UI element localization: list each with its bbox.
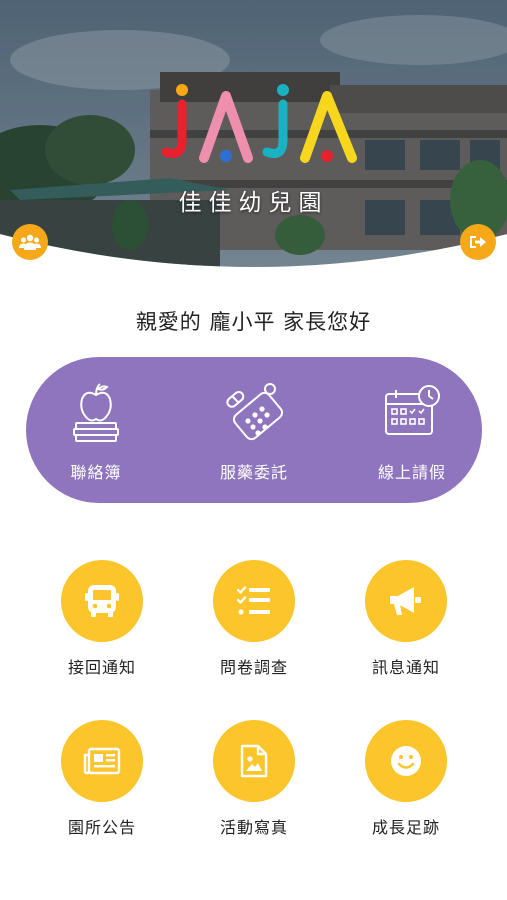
featured-panel: 聯絡簿 服藥委託 線上請假	[26, 357, 482, 503]
pickup-notice-label: 接回通知	[67, 658, 136, 677]
announcement-label: 園所公告	[67, 818, 136, 837]
leave-request-button[interactable]: 線上請假	[352, 377, 472, 483]
message-notice-label: 訊息通知	[371, 658, 440, 677]
checklist-icon	[237, 586, 270, 615]
calendar-clock-icon	[385, 385, 440, 435]
apple-books-icon	[73, 383, 119, 442]
greeting-text: 親愛的 龐小平 家長您好	[135, 310, 372, 334]
smile-icon	[391, 746, 421, 776]
growth-record-button[interactable]: 成長足跡	[346, 720, 466, 838]
contact-book-label: 聯絡簿	[70, 463, 122, 482]
activity-photos-button[interactable]: 活動寫真	[194, 720, 314, 838]
pills-icon	[226, 383, 284, 441]
group-button[interactable]	[12, 224, 48, 260]
pickup-notice-button[interactable]: 接回通知	[42, 560, 162, 678]
photo-file-icon	[240, 744, 268, 778]
contact-book-button[interactable]: 聯絡簿	[36, 377, 156, 483]
survey-label: 問卷調查	[219, 658, 288, 677]
newspaper-icon	[83, 747, 121, 775]
announcement-button[interactable]: 園所公告	[42, 720, 162, 838]
activity-photos-label: 活動寫真	[219, 818, 288, 837]
medication-button[interactable]: 服藥委託	[194, 377, 314, 483]
growth-record-label: 成長足跡	[371, 818, 440, 837]
school-photo	[0, 0, 507, 267]
header-banner: 佳佳幼兒園	[0, 0, 507, 300]
logout-button[interactable]	[460, 224, 496, 260]
leave-request-label: 線上請假	[377, 463, 446, 482]
bus-icon	[85, 585, 119, 617]
message-notice-button[interactable]: 訊息通知	[346, 560, 466, 678]
logout-icon	[470, 236, 486, 248]
medication-label: 服藥委託	[219, 463, 288, 482]
brand-title: 佳佳幼兒園	[178, 190, 329, 216]
survey-button[interactable]: 問卷調查	[194, 560, 314, 678]
group-icon	[19, 234, 41, 250]
megaphone-icon	[390, 587, 421, 615]
